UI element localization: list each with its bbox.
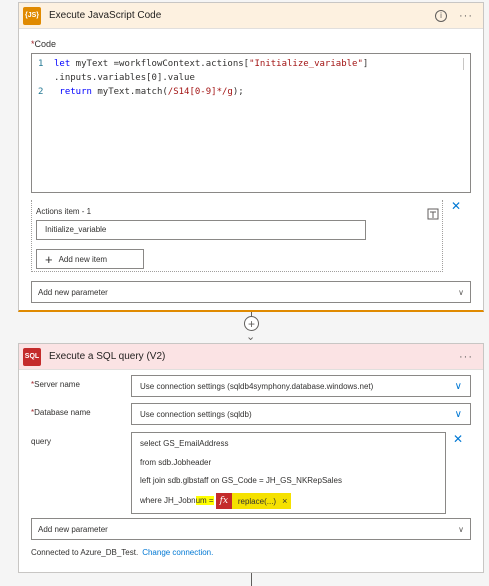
- query-line: select GS_EmailAddress: [140, 439, 229, 448]
- remove-item-close-icon[interactable]: ✕: [451, 199, 461, 213]
- query-line: from sdb.Jobheader: [140, 458, 212, 467]
- info-icon[interactable]: i: [435, 9, 447, 22]
- javascript-icon: {JS}: [23, 6, 41, 25]
- editor-scroll-marker: [463, 58, 464, 70]
- query-line: left join sdb.glbstaff on GS_Code = JH_G…: [140, 476, 342, 485]
- expression-token-label: replace(...): [237, 496, 277, 506]
- js-card-title: Execute JavaScript Code: [49, 10, 162, 21]
- server-name-dropdown[interactable]: Use connection settings (sqldb4symphony.…: [131, 375, 471, 397]
- change-connection-link[interactable]: Change connection.: [142, 548, 213, 557]
- sql-card-header[interactable]: SQL Execute a SQL query (V2) ···: [19, 344, 483, 370]
- insert-step-plus-icon[interactable]: +: [244, 316, 259, 331]
- chevron-down-icon: ∨: [454, 380, 462, 392]
- database-name-label: *Database name: [31, 408, 91, 417]
- chevron-down-icon: ∨: [458, 288, 464, 297]
- database-name-dropdown[interactable]: Use connection settings (sqldb) ∨: [131, 403, 471, 425]
- remove-query-close-icon[interactable]: ✕: [453, 432, 463, 446]
- actions-array-section: Actions item - 1 Initialize_variable + Ad…: [31, 200, 443, 272]
- add-parameter-dropdown[interactable]: Add new parameter ∨: [31, 281, 471, 303]
- arrow-down-icon: ⌄: [246, 331, 256, 343]
- js-action-card: {JS} Execute JavaScript Code i ··· *Code…: [18, 2, 484, 312]
- query-line-where: where JH_Jobnum = fx replace(...) ×: [140, 493, 292, 509]
- more-menu-icon[interactable]: ···: [459, 351, 473, 363]
- chevron-down-icon: ∨: [454, 408, 462, 420]
- expression-token[interactable]: fx replace(...) ×: [215, 493, 292, 509]
- more-menu-icon[interactable]: ···: [459, 10, 473, 22]
- switch-to-text-icon[interactable]: [427, 208, 439, 220]
- code-line-1-wrap: .inputs.variables[0].value: [54, 73, 195, 83]
- plus-icon: +: [45, 251, 53, 267]
- add-parameter-dropdown[interactable]: Add new parameter ∨: [31, 518, 471, 540]
- connection-status: Connected to Azure_DB_Test. Change connec…: [31, 548, 214, 557]
- query-input[interactable]: select GS_EmailAddress from sdb.Jobheade…: [131, 432, 446, 514]
- code-label: *Code: [31, 39, 57, 49]
- server-name-label: *Server name: [31, 380, 80, 389]
- sql-icon: SQL: [23, 347, 41, 366]
- query-label: query: [31, 437, 52, 446]
- action-item-input[interactable]: Initialize_variable: [36, 220, 366, 240]
- code-line-2: 2 return myText.match(/S14[0-9]*/g);: [38, 87, 244, 97]
- code-line-1: 1 let myText =workflowContext.actions["In…: [38, 59, 369, 69]
- code-editor[interactable]: 1 let myText =workflowContext.actions["In…: [31, 53, 471, 193]
- function-fx-icon: fx: [215, 493, 232, 509]
- actions-item-label: Actions item - 1: [36, 207, 92, 216]
- add-new-item-button[interactable]: + Add new item: [36, 249, 144, 269]
- connector-line-bottom: [251, 573, 252, 586]
- js-card-header[interactable]: {JS} Execute JavaScript Code i ···: [19, 3, 483, 29]
- remove-token-icon[interactable]: ×: [282, 496, 291, 506]
- chevron-down-icon: ∨: [458, 525, 464, 534]
- sql-card-title: Execute a SQL query (V2): [49, 351, 166, 362]
- sql-action-card: SQL Execute a SQL query (V2) ··· *Server…: [18, 343, 484, 573]
